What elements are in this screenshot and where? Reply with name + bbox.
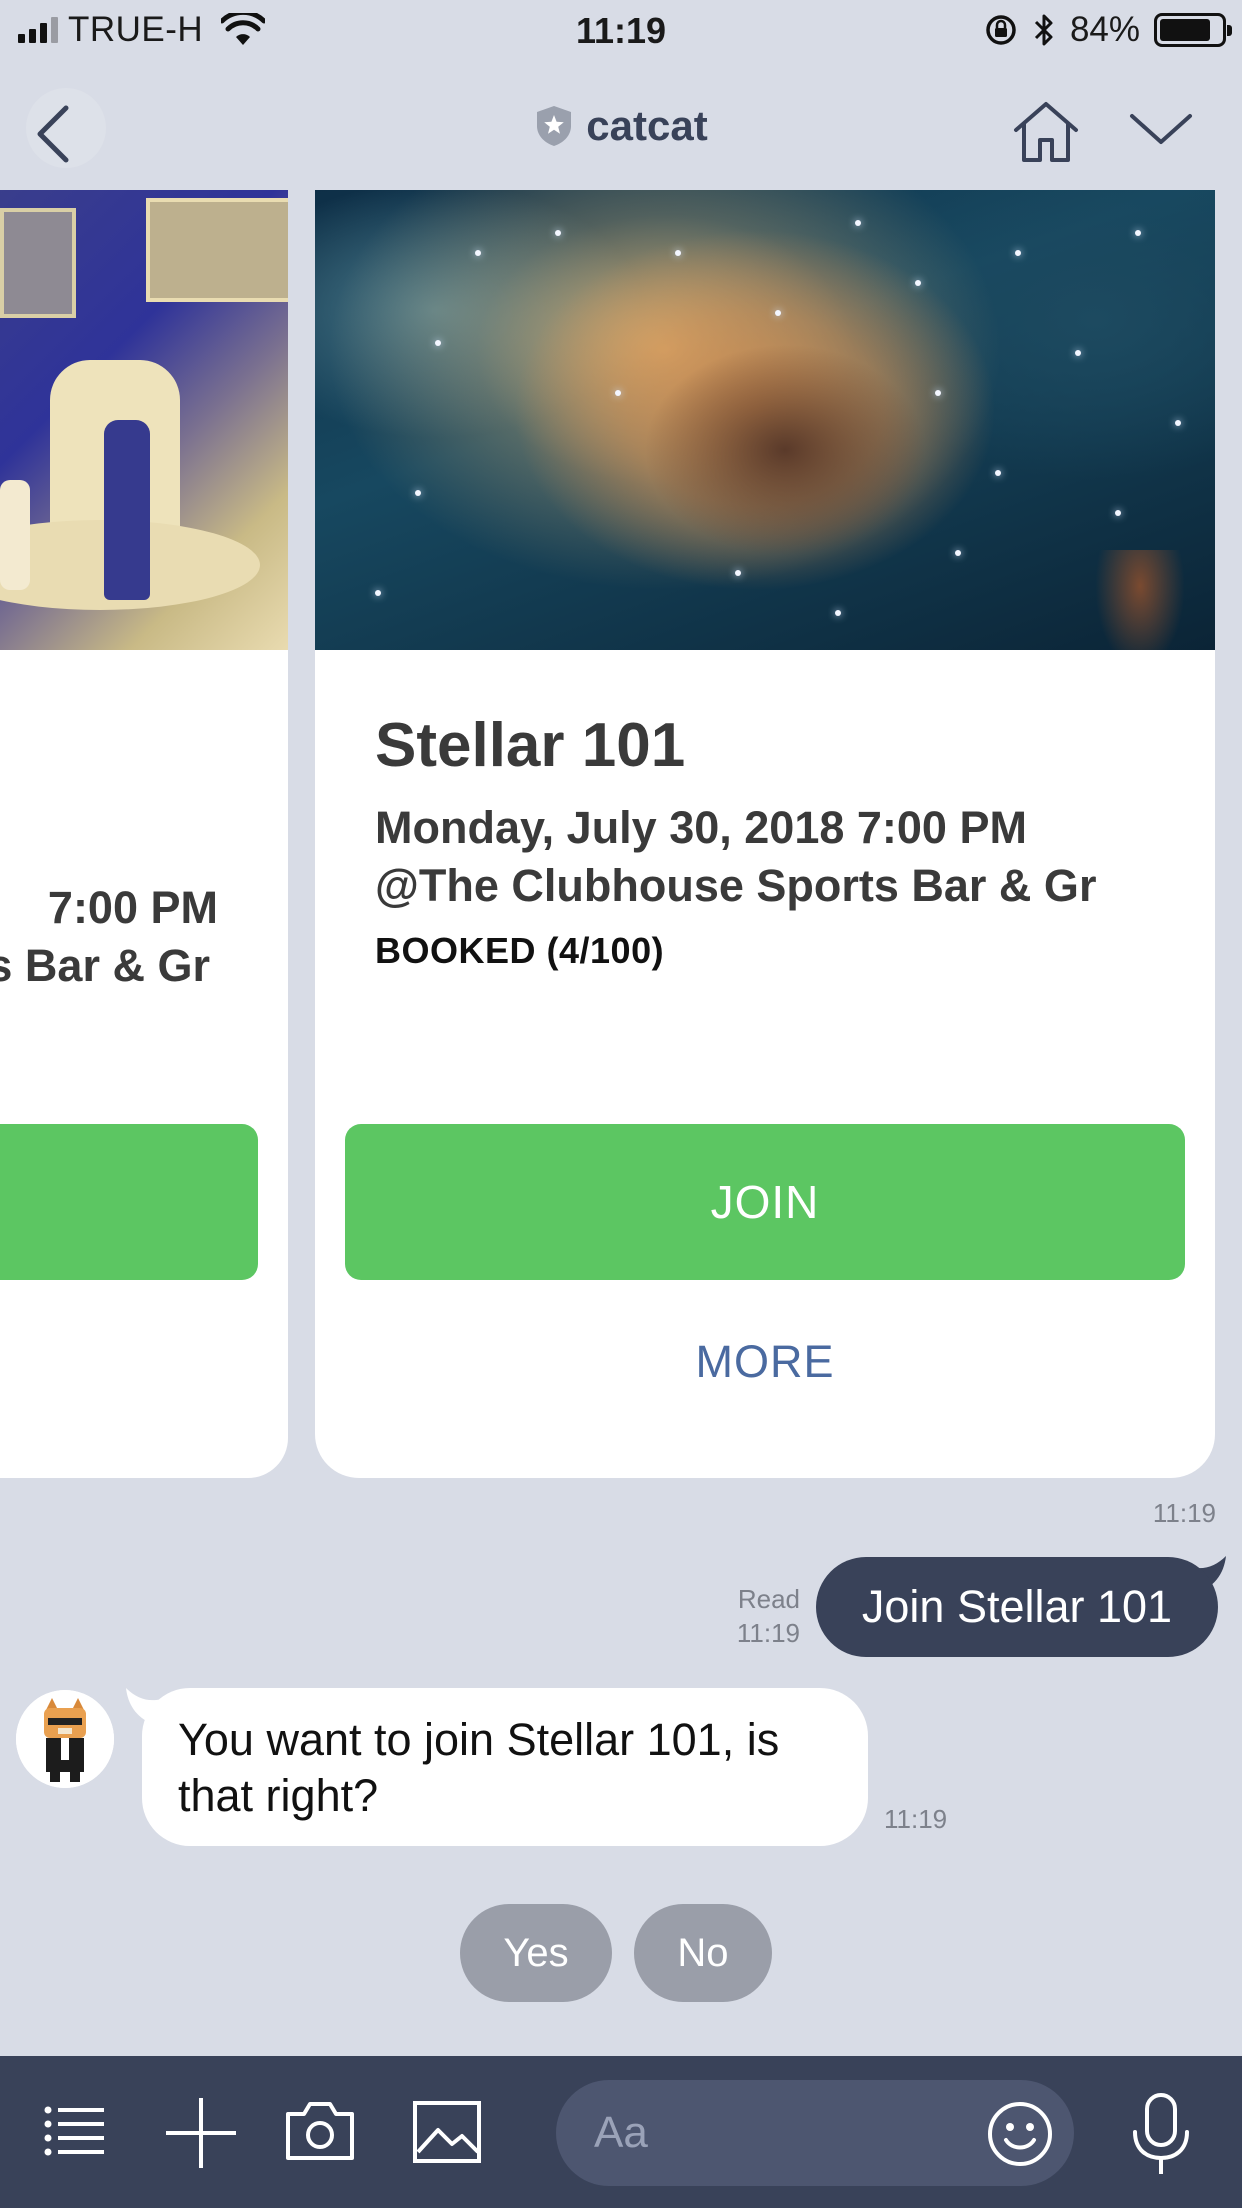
star-decoration: [995, 470, 1001, 476]
shield-star-icon: [537, 106, 572, 146]
message-input[interactable]: [594, 2108, 934, 2158]
read-label: Read: [737, 1584, 800, 1614]
star-decoration: [1135, 230, 1141, 236]
join-button[interactable]: JOIN: [345, 1124, 1185, 1280]
star-decoration: [835, 610, 841, 616]
camera-icon[interactable]: [284, 2100, 356, 2162]
carousel-card-previous[interactable]: 7:00 PM s Bar & Gr: [0, 190, 288, 1478]
battery-fill: [1160, 19, 1211, 41]
outgoing-message[interactable]: Join Stellar 101: [816, 1557, 1218, 1657]
join-button-previous[interactable]: [0, 1124, 258, 1280]
star-decoration: [675, 250, 681, 256]
status-bar: TRUE-H 11:19 84%: [0, 0, 1242, 62]
star-decoration: [1075, 350, 1081, 356]
read-time: 11:19: [736, 1618, 800, 1648]
event-image: [315, 190, 1215, 650]
incoming-message-time: 11:19: [884, 1804, 948, 1834]
rotation-lock-icon: [986, 15, 1016, 45]
star-decoration: [615, 390, 621, 396]
star-decoration: [775, 310, 781, 316]
star-decoration: [915, 280, 921, 286]
star-decoration: [955, 550, 961, 556]
event-title: Stellar 101: [375, 711, 686, 780]
event-venue-previous: s Bar & Gr: [0, 940, 210, 991]
more-button[interactable]: MORE: [315, 1336, 1215, 1388]
message-input-wrap[interactable]: [556, 2080, 1074, 2186]
image-icon[interactable]: [412, 2100, 482, 2164]
event-date: Monday, July 30, 2018 7:00 PM: [375, 802, 1027, 853]
star-decoration: [855, 220, 861, 226]
event-image-previous: [0, 190, 288, 650]
status-right: 84%: [984, 10, 1232, 50]
battery-percent: 84%: [1069, 10, 1140, 49]
chevron-down-icon[interactable]: [1128, 112, 1194, 148]
plus-icon[interactable]: [166, 2098, 236, 2168]
star-decoration: [735, 570, 741, 576]
carousel-timestamp: 11:19: [1152, 1498, 1216, 1528]
event-date-previous: 7:00 PM: [47, 882, 218, 933]
star-decoration: [555, 230, 561, 236]
outgoing-message-text: Join Stellar 101: [861, 1581, 1173, 1632]
quick-reply-no[interactable]: No: [634, 1904, 772, 2002]
carousel-card-event: Stellar 101 Monday, July 30, 2018 7:00 P…: [315, 190, 1215, 1478]
home-icon[interactable]: [1010, 100, 1082, 164]
read-receipt: Read 11:19: [730, 1582, 800, 1650]
chat-header: catcat: [0, 62, 1242, 192]
cat-avatar-icon: [16, 1690, 114, 1788]
bot-avatar[interactable]: [16, 1690, 114, 1788]
star-decoration: [1175, 420, 1181, 426]
battery-icon: [1154, 13, 1232, 47]
star-decoration: [1115, 510, 1121, 516]
microphone-icon[interactable]: [1130, 2092, 1192, 2176]
incoming-message[interactable]: You want to join Stellar 101, is that ri…: [142, 1688, 868, 1846]
event-venue: @The Clubhouse Sports Bar & Gr: [375, 860, 1097, 911]
event-booked-status: BOOKED (4/100): [375, 930, 665, 971]
emoji-icon[interactable]: [986, 2100, 1054, 2168]
star-decoration: [475, 250, 481, 256]
star-decoration: [375, 590, 381, 596]
quick-reply-yes[interactable]: Yes: [460, 1904, 612, 2002]
input-bar: [0, 2056, 1242, 2208]
chat-title: catcat: [586, 102, 708, 149]
star-decoration: [1015, 250, 1021, 256]
star-decoration: [435, 340, 441, 346]
incoming-message-text: You want to join Stellar 101, is that ri…: [178, 1714, 780, 1821]
star-decoration: [935, 390, 941, 396]
star-decoration: [415, 490, 421, 496]
menu-icon[interactable]: [44, 2104, 106, 2158]
bluetooth-icon: [1034, 14, 1053, 46]
